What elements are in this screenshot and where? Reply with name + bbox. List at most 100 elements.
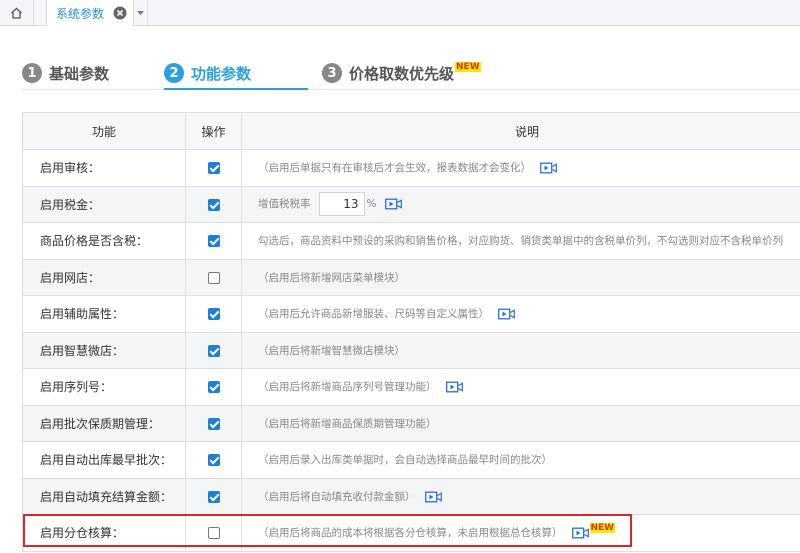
row-function-label: 启用自动填充结算金额： <box>22 477 186 515</box>
row-toggle-cell <box>185 404 242 442</box>
row-function-label: 启用智慧微店： <box>22 331 186 369</box>
row-toggle-cell <box>185 149 242 187</box>
row-description: 勾选后，商品资料中预设的采购和销售价格，对应购货、销货类单据中的含税单价列，不勾… <box>258 235 783 248</box>
row-toggle-cell <box>185 295 242 333</box>
video-icon[interactable] <box>385 198 403 210</box>
table-row: 商品价格是否含税： 勾选后，商品资料中预设的采购和销售价格，对应购货、销货类单据中… <box>22 222 800 260</box>
step-number: 3 <box>322 63 342 83</box>
row-description-cell: （启用后单据只有在审核后才会生效，报表数据才会变化） <box>241 149 800 187</box>
row-description: （启用后录入出库类单据时，会自动选择商品最早时间的批次） <box>258 454 552 467</box>
table-row: 启用智慧微店： （启用后将新增智慧微店模块） <box>22 331 800 369</box>
row-toggle-cell <box>185 477 242 515</box>
step-tabs: 1 基础参数 2 功能参数 3 价格取数优先级 NEW <box>22 56 800 90</box>
step-number: 2 <box>164 63 184 83</box>
row-description-cell: （启用后将商品的成本将根据各分仓核算，未启用根据总仓核算） NEW <box>241 514 800 552</box>
row-description: （启用后将商品的成本将根据各分仓核算，未启用根据总仓核算） <box>258 527 563 540</box>
row-description: （启用后将新增商品保质期管理功能） <box>258 417 437 430</box>
row-description-cell: （启用后将新增网店菜单模块） <box>241 258 800 296</box>
row-description: （启用后允许商品新增服装、尺码等自定义属性） <box>258 308 489 321</box>
feature-checkbox[interactable] <box>207 417 220 430</box>
row-description: （启用后将新增商品序列号管理功能） <box>258 381 437 394</box>
active-step-underline <box>164 88 308 90</box>
row-description-cell: （启用后将自动填充收付款金额） <box>241 477 800 515</box>
row-function-label: 启用序列号： <box>22 368 186 406</box>
row-description: （启用后将自动填充收付款金额） <box>258 490 416 503</box>
row-description: （启用后将新增智慧微店模块） <box>258 344 405 357</box>
row-description-cell: （启用后将新增智慧微店模块） <box>241 331 800 369</box>
step-tab-basic[interactable]: 1 基础参数 <box>22 58 109 88</box>
table-row: 启用税金： 增值税税率 13% <box>22 185 800 223</box>
video-icon[interactable] <box>571 527 589 539</box>
row-function-label: 启用审核： <box>22 149 186 187</box>
feature-checkbox[interactable] <box>207 381 220 394</box>
row-function-label: 启用税金： <box>22 185 186 223</box>
feature-checkbox[interactable] <box>207 527 220 540</box>
step-label: 价格取数优先级 <box>349 64 455 83</box>
row-toggle-cell <box>185 441 242 479</box>
table-row: 启用辅助属性： （启用后允许商品新增服装、尺码等自定义属性） <box>22 295 800 333</box>
table-row: 启用自动填充结算金额： （启用后将自动填充收付款金额） <box>22 477 800 515</box>
video-icon[interactable] <box>424 491 442 503</box>
header-desc: 说明 <box>241 112 800 150</box>
row-description-cell: 勾选后，商品资料中预设的采购和销售价格，对应购货、销货类单据中的含税单价列，不勾… <box>241 222 800 260</box>
table-row: 启用序列号： （启用后将新增商品序列号管理功能） <box>22 368 800 406</box>
feature-checkbox[interactable] <box>207 198 220 211</box>
feature-checkbox[interactable] <box>207 308 220 321</box>
row-description-cell: （启用后录入出库类单据时，会自动选择商品最早时间的批次） <box>241 441 800 479</box>
row-description: （启用后单据只有在审核后才会生效，报表数据才会变化） <box>258 162 531 175</box>
new-badge: NEW <box>455 62 481 72</box>
row-function-label: 启用网店： <box>22 258 186 296</box>
video-icon[interactable] <box>498 308 515 320</box>
feature-checkbox[interactable] <box>207 162 220 175</box>
tax-rate-input[interactable]: 13 <box>318 192 365 217</box>
feature-checkbox[interactable] <box>207 271 220 284</box>
table-row: 启用网店： （启用后将新增网店菜单模块） <box>22 258 800 296</box>
row-description: （启用后将新增网店菜单模块） <box>258 271 405 284</box>
step-label: 功能参数 <box>191 64 252 83</box>
row-toggle-cell <box>185 368 242 406</box>
tab-label: 系统参数 <box>56 6 105 21</box>
table-row: 启用审核： （启用后单据只有在审核后才会生效，报表数据才会变化） <box>22 149 800 187</box>
feature-checkbox[interactable] <box>207 344 220 357</box>
row-description-cell: （启用后将新增商品保质期管理功能） <box>241 404 800 442</box>
home-icon <box>11 7 22 19</box>
table-row: 启用分仓核算： （启用后将商品的成本将根据各分仓核算，未启用根据总仓核算） NEW <box>22 514 800 552</box>
row-description-cell: （启用后允许商品新增服装、尺码等自定义属性） <box>241 295 800 333</box>
row-description-cell: （启用后将新增商品序列号管理功能） <box>241 368 800 406</box>
header-func: 功能 <box>22 112 186 150</box>
row-toggle-cell <box>185 222 242 260</box>
step-label: 基础参数 <box>49 64 110 83</box>
new-badge: NEW <box>589 523 616 534</box>
step-tab-price-priority[interactable]: 3 价格取数优先级 NEW <box>322 58 481 88</box>
row-description-cell: 增值税税率 13% <box>241 185 800 223</box>
row-toggle-cell <box>185 331 242 369</box>
caret-down-icon <box>137 11 144 15</box>
row-function-label: 启用分仓核算： <box>22 514 186 552</box>
close-circle-icon[interactable] <box>113 6 127 20</box>
table-row: 启用批次保质期管理： （启用后将新增商品保质期管理功能） <box>22 404 800 442</box>
header-op: 操作 <box>185 112 242 150</box>
step-tab-function[interactable]: 2 功能参数 <box>164 58 251 88</box>
tab-system-params[interactable]: 系统参数 <box>46 0 134 26</box>
home-button[interactable] <box>0 0 34 26</box>
feature-checkbox[interactable] <box>207 454 220 467</box>
feature-checkbox[interactable] <box>207 490 220 503</box>
row-function-label: 商品价格是否含税： <box>22 222 186 260</box>
row-function-label: 启用自动出库最早批次： <box>22 441 186 479</box>
row-function-label: 启用批次保质期管理： <box>22 404 186 442</box>
table-header-row: 功能 操作 说明 <box>22 112 800 150</box>
top-tab-bar: 系统参数 <box>0 0 800 26</box>
step-number: 1 <box>22 63 42 83</box>
row-toggle-cell <box>185 185 242 223</box>
tax-rate-label: 增值税税率 <box>258 198 311 211</box>
params-table: 功能 操作 说明 启用审核： （启用后单据只有在审核后才会生效，报表数据才会变化）… <box>22 112 800 552</box>
row-toggle-cell <box>185 258 242 296</box>
video-icon[interactable] <box>445 381 463 393</box>
feature-checkbox[interactable] <box>207 235 220 248</box>
row-function-label: 启用辅助属性： <box>22 295 186 333</box>
tab-dropdown-button[interactable] <box>134 0 148 26</box>
table-row: 启用自动出库最早批次： （启用后录入出库类单据时，会自动选择商品最早时间的批次） <box>22 441 800 479</box>
video-icon[interactable] <box>540 162 557 174</box>
tax-rate-unit: % <box>366 198 377 211</box>
row-toggle-cell <box>185 514 242 552</box>
